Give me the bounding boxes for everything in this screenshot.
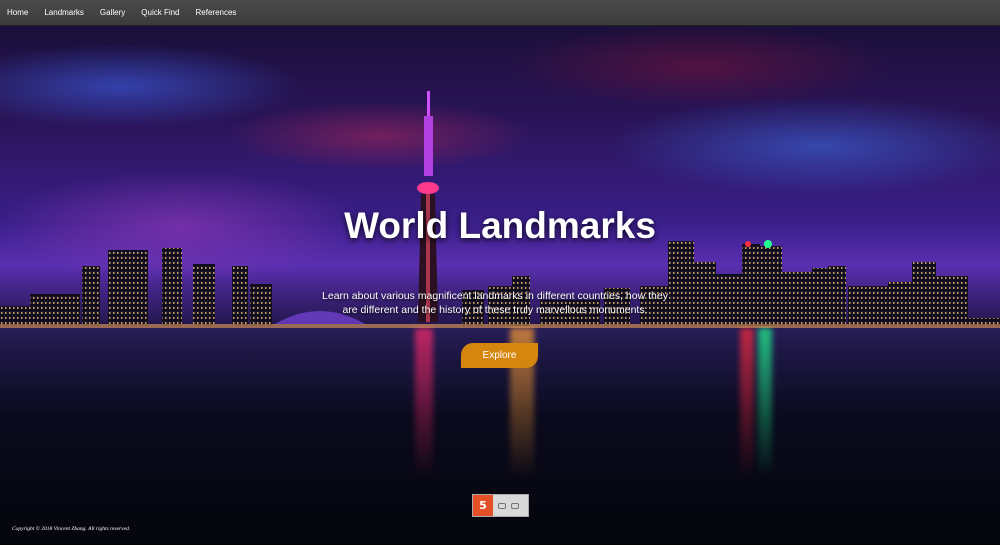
tower-reflection: [415, 328, 433, 478]
green-light-reflection: [758, 328, 772, 478]
nav-item-references[interactable]: References: [192, 0, 241, 26]
nav-item-gallery[interactable]: Gallery: [96, 0, 129, 26]
hero-background: [0, 26, 1000, 545]
hero-subtitle: Learn about various magnificent landmark…: [322, 290, 668, 316]
nav-item-quick-find[interactable]: Quick Find: [137, 0, 183, 26]
html5-badge[interactable]: 5: [472, 494, 529, 517]
html5-icon: 5: [473, 495, 493, 516]
nav-item-home[interactable]: Home: [3, 0, 32, 26]
css-badge-icon: [498, 502, 506, 509]
nav-item-landmarks[interactable]: Landmarks: [40, 0, 88, 26]
copyright-text: Copyright © 2018 Vincent Zhang. All righ…: [12, 526, 131, 532]
explore-button[interactable]: Explore: [461, 343, 538, 368]
red-light-reflection: [740, 328, 754, 478]
top-navbar: Home Landmarks Gallery Quick Find Refere…: [0, 0, 1000, 26]
page-title: World Landmarks: [344, 205, 656, 246]
semantics-badge-icon: [511, 502, 519, 509]
